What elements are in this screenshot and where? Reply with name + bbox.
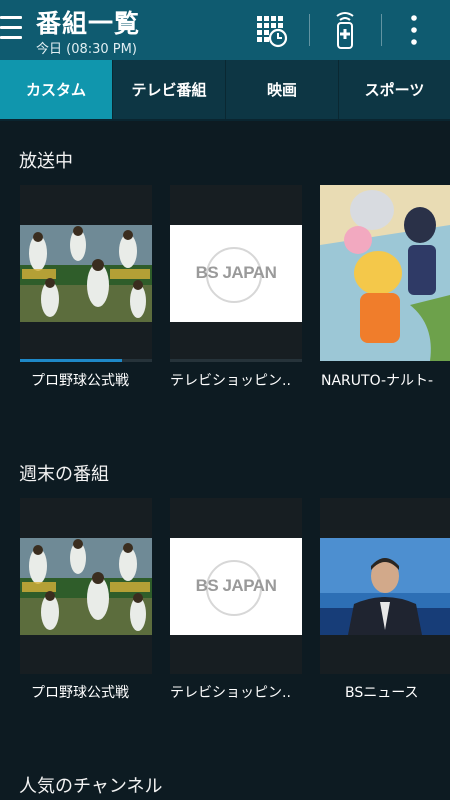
- section-title-weekend: 週末の番組: [19, 464, 109, 485]
- tab-movies[interactable]: 映画: [226, 60, 339, 119]
- tab-tv-programs[interactable]: テレビ番組: [113, 60, 226, 119]
- program-card[interactable]: [20, 498, 152, 674]
- baseball-thumbnail: [20, 538, 152, 635]
- progress-fill: [20, 359, 122, 362]
- bs-japan-logo: BS JAPAN: [170, 538, 302, 635]
- program-title: NARUTO-ナルト-: [321, 373, 434, 389]
- watch-progress-bar: [20, 359, 152, 362]
- tab-sports[interactable]: スポーツ: [339, 60, 450, 119]
- section-title-popular-channels: 人気のチャンネル: [19, 776, 163, 797]
- program-card[interactable]: [20, 185, 152, 362]
- bs-japan-logo: BS JAPAN: [170, 225, 302, 322]
- program-card[interactable]: BS JAPAN: [170, 498, 302, 674]
- menu-icon[interactable]: [0, 14, 24, 42]
- overflow-menu-icon[interactable]: [404, 10, 424, 50]
- program-card[interactable]: [320, 185, 450, 361]
- program-title: BSニュース: [345, 685, 419, 701]
- program-title: プロ野球公式戦: [31, 373, 129, 389]
- program-title: テレビショッピン..: [170, 685, 291, 701]
- category-tabs: カスタム テレビ番組 映画 スポーツ: [0, 60, 450, 119]
- toolbar-divider: [381, 14, 382, 46]
- program-card[interactable]: [320, 498, 450, 674]
- watch-progress-bar: [170, 359, 302, 362]
- remote-control-icon[interactable]: [330, 10, 360, 50]
- tab-divider: [0, 119, 450, 121]
- logo-text: BS JAPAN: [195, 263, 277, 282]
- app-bar: 番組一覧 今日 (08:30 PM): [0, 0, 450, 60]
- schedule-grid-clock-icon[interactable]: [254, 10, 290, 50]
- logo-text: BS JAPAN: [195, 576, 277, 595]
- section-title-on-air: 放送中: [19, 151, 73, 172]
- naruto-thumbnail: [320, 185, 450, 361]
- program-title: プロ野球公式戦: [31, 685, 129, 701]
- program-title: テレビショッピン..: [170, 373, 291, 389]
- baseball-thumbnail: [20, 225, 152, 322]
- page-title: 番組一覧: [36, 9, 141, 38]
- program-card[interactable]: BS JAPAN: [170, 185, 302, 362]
- tab-custom[interactable]: カスタム: [0, 60, 113, 119]
- news-anchor-thumbnail: [320, 538, 450, 635]
- toolbar-divider: [309, 14, 310, 46]
- date-time-subtitle: 今日 (08:30 PM): [36, 42, 137, 57]
